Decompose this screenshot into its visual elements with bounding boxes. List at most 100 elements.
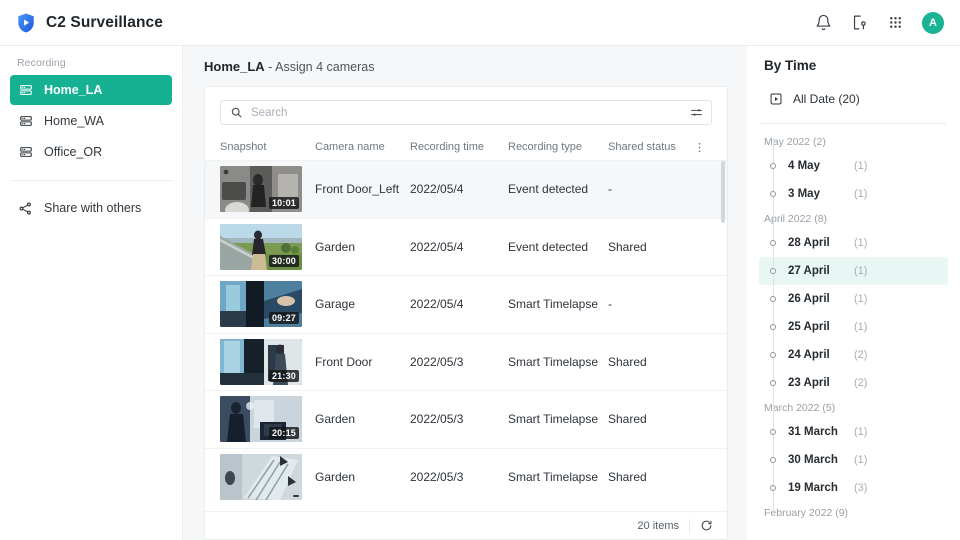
table-row[interactable]: 10:01 Front Door_Left 2022/05/4 Event de… (205, 160, 727, 218)
column-header-snapshot[interactable]: Snapshot (220, 141, 315, 153)
topbar-icon-group: A (814, 12, 944, 34)
footer-divider (689, 519, 690, 533)
recording-type-cell: Event detected (508, 182, 608, 196)
snapshot-cell[interactable]: 09:27 (220, 281, 315, 327)
timeline-day-item[interactable]: 24 April (2) (759, 341, 948, 369)
all-date-item[interactable]: All Date (20) (761, 86, 946, 112)
thumbnail: 09:27 (220, 281, 302, 327)
brand[interactable]: C2 Surveillance (15, 12, 163, 34)
column-header-recording-type[interactable]: Recording type (508, 141, 608, 153)
duration-badge: 20:15 (269, 427, 299, 439)
thumbnail (220, 454, 302, 500)
item-count-label: 20 items (637, 520, 679, 532)
camera-name-cell: Garden (315, 470, 410, 484)
avatar[interactable]: A (922, 12, 944, 34)
main-content: Home_LA - Assign 4 cameras (183, 46, 747, 540)
sidebar-item-label: Home_LA (44, 83, 102, 97)
table-row[interactable]: 20:15 Garden 2022/05/3 Smart Timelapse S… (205, 390, 727, 448)
timeline-day-label: 24 April (788, 349, 854, 361)
timeline-day-item[interactable]: 3 May (1) (759, 180, 948, 208)
timeline-day-item[interactable]: 30 March (1) (759, 446, 948, 474)
sidebar-item-office-or[interactable]: Office_OR (10, 137, 172, 167)
search-icon (230, 106, 243, 119)
recording-time-cell: 2022/05/3 (410, 355, 508, 369)
snapshot-cell[interactable] (220, 454, 315, 500)
recording-type-cell: Smart Timelapse (508, 297, 608, 311)
recording-time-cell: 2022/05/4 (410, 240, 508, 254)
sidebar-item-home-la[interactable]: Home_LA (10, 75, 172, 105)
timeline-day-label: 3 May (788, 188, 854, 200)
timeline-day-label: 4 May (788, 160, 854, 172)
timeline-group-label: February 2022 (9) (747, 502, 960, 523)
timeline-day-label: 28 April (788, 237, 854, 249)
timeline-day-item[interactable]: 31 March (1) (759, 418, 948, 446)
recording-time-cell: 2022/05/3 (410, 470, 508, 484)
column-header-shared-status[interactable]: Shared status (608, 141, 690, 153)
app-grid-icon[interactable] (886, 13, 905, 32)
notifications-icon[interactable] (814, 13, 833, 32)
server-icon (18, 145, 33, 160)
timeline-day-count: (1) (854, 426, 867, 438)
timeline-day-item[interactable]: 4 May (1) (759, 152, 948, 180)
table-row[interactable]: 09:27 Garage 2022/05/4 Smart Timelapse - (205, 275, 727, 333)
table-scrollbar-thumb[interactable] (721, 161, 725, 223)
camera-name-cell: Front Door (315, 355, 410, 369)
column-header-recording-time[interactable]: Recording time (410, 141, 508, 153)
timeline-dot-icon (770, 324, 776, 330)
timeline-dot-icon (770, 191, 776, 197)
refresh-icon[interactable] (700, 519, 713, 532)
timeline-dot-icon (770, 268, 776, 274)
timeline-day-count: (1) (854, 293, 867, 305)
recording-time-cell: 2022/05/4 (410, 297, 508, 311)
timeline-day-item[interactable]: 28 April (1) (759, 229, 948, 257)
brand-name: C2 Surveillance (46, 14, 163, 32)
server-icon (18, 83, 33, 98)
search-input[interactable] (251, 107, 682, 119)
table-row[interactable]: 30:00 Garden 2022/05/4 Event detected Sh… (205, 218, 727, 276)
search-bar[interactable] (220, 100, 712, 125)
snapshot-cell[interactable]: 20:15 (220, 396, 315, 442)
timeline-day-item[interactable]: 27 April (1) (759, 257, 948, 285)
shared-status-cell: - (608, 297, 690, 311)
panel-divider (761, 123, 946, 124)
sidebar-item-label: Share with others (44, 201, 141, 215)
timeline-day-count: (1) (854, 237, 867, 249)
timeline-day-count: (1) (854, 188, 867, 200)
duration-badge: 30:00 (269, 255, 299, 267)
table-row[interactable]: Garden 2022/05/3 Smart Timelapse Shared (205, 448, 727, 506)
shared-status-cell: Shared (608, 240, 690, 254)
camera-name-cell: Garden (315, 240, 410, 254)
column-header-camera-name[interactable]: Camera name (315, 141, 410, 153)
camera-name-cell: Garden (315, 412, 410, 426)
shared-status-cell: Shared (608, 470, 690, 484)
shield-play-logo-icon (15, 12, 37, 34)
snapshot-cell[interactable]: 10:01 (220, 166, 315, 212)
timeline-day-item[interactable]: 26 April (1) (759, 285, 948, 313)
recording-time-cell: 2022/05/3 (410, 412, 508, 426)
timeline-day-count: (2) (854, 349, 867, 361)
snapshot-cell[interactable]: 30:00 (220, 224, 315, 270)
shared-status-cell: Shared (608, 355, 690, 369)
sliders-filter-icon[interactable] (690, 106, 703, 119)
activity-log-icon[interactable] (850, 13, 869, 32)
timeline-dot-icon (770, 163, 776, 169)
timeline-day-count: (3) (854, 482, 867, 494)
shared-status-cell: - (608, 182, 690, 196)
timeline-group-label: March 2022 (5) (747, 397, 960, 418)
recording-type-cell: Smart Timelapse (508, 355, 608, 369)
table-scrollbar[interactable] (721, 160, 725, 511)
duration-badge (293, 495, 299, 497)
timeline-day-item[interactable]: 25 April (1) (759, 313, 948, 341)
recording-time-cell: 2022/05/4 (410, 182, 508, 196)
sidebar-item-share-with-others[interactable]: Share with others (10, 193, 172, 223)
top-bar: C2 Surveillance (0, 0, 960, 46)
camera-name-cell: Front Door_Left (315, 182, 410, 196)
recording-type-cell: Smart Timelapse (508, 470, 608, 484)
more-vertical-icon[interactable] (690, 141, 708, 154)
timeline-dot-icon (770, 429, 776, 435)
sidebar-item-home-wa[interactable]: Home_WA (10, 106, 172, 136)
timeline-day-item[interactable]: 19 March (3) (759, 474, 948, 502)
timeline-day-item[interactable]: 23 April (2) (759, 369, 948, 397)
table-row[interactable]: 21:30 Front Door 2022/05/3 Smart Timelap… (205, 333, 727, 391)
snapshot-cell[interactable]: 21:30 (220, 339, 315, 385)
